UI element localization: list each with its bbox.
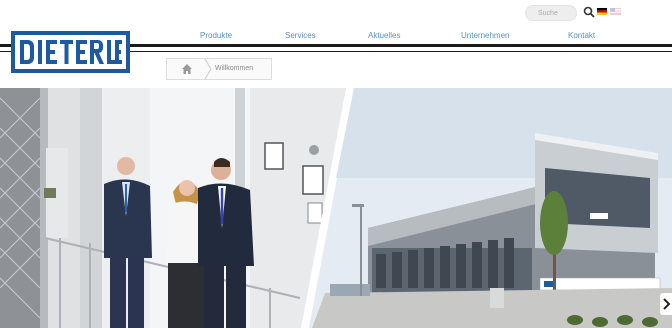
hero-photo-collage [0,88,672,328]
search-icon[interactable] [583,6,595,18]
flag-de-icon[interactable] [597,8,607,15]
search-input[interactable]: Suche [525,5,577,21]
breadcrumb-current[interactable]: Willkommen [215,65,253,72]
nav-item-kontakt[interactable]: Kontakt [568,31,595,40]
main-nav: Produkte Services Aktuelles Unternehmen … [175,31,655,43]
nav-item-produkte[interactable]: Produkte [200,31,232,40]
home-icon[interactable] [181,63,193,75]
flag-en-icon[interactable] [610,8,621,15]
breadcrumb: Willkommen [166,58,272,80]
chevron-right-icon [663,298,671,310]
nav-item-services[interactable]: Services [285,31,316,40]
slider-next-button[interactable] [660,293,672,315]
breadcrumb-separator-icon [204,59,212,79]
dieterle-logo[interactable] [11,31,130,73]
hero-image [0,88,672,328]
nav-item-aktuelles[interactable]: Aktuelles [368,31,400,40]
site-header: Suche Produkte Services Aktuelles Untern… [0,0,672,88]
nav-item-unternehmen[interactable]: Unternehmen [461,31,509,40]
